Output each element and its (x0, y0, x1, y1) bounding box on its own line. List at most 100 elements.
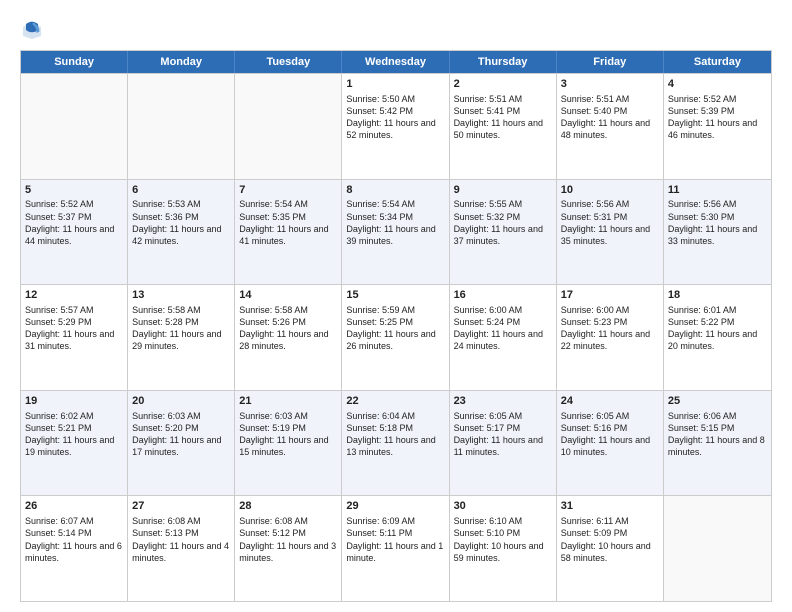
sunset-text: Sunset: 5:10 PM (454, 528, 521, 538)
calendar-row-0: 1Sunrise: 5:50 AMSunset: 5:42 PMDaylight… (21, 73, 771, 179)
sunset-text: Sunset: 5:18 PM (346, 423, 413, 433)
calendar-cell-4: 4Sunrise: 5:52 AMSunset: 5:39 PMDaylight… (664, 74, 771, 179)
daylight-text: Daylight: 11 hours and 11 minutes. (454, 435, 543, 457)
daylight-text: Daylight: 11 hours and 19 minutes. (25, 435, 114, 457)
sunrise-text: Sunrise: 5:56 AM (561, 199, 630, 209)
page: SundayMondayTuesdayWednesdayThursdayFrid… (0, 0, 792, 612)
sunrise-text: Sunrise: 5:53 AM (132, 199, 201, 209)
day-number: 23 (454, 394, 552, 409)
day-number: 22 (346, 394, 444, 409)
calendar-cell-7: 7Sunrise: 5:54 AMSunset: 5:35 PMDaylight… (235, 180, 342, 285)
sunset-text: Sunset: 5:30 PM (668, 212, 735, 222)
sunrise-text: Sunrise: 5:51 AM (454, 94, 523, 104)
daylight-text: Daylight: 11 hours and 41 minutes. (239, 224, 328, 246)
day-number: 18 (668, 288, 767, 303)
sunset-text: Sunset: 5:40 PM (561, 106, 628, 116)
sunrise-text: Sunrise: 6:00 AM (454, 305, 523, 315)
sunset-text: Sunset: 5:22 PM (668, 317, 735, 327)
daylight-text: Daylight: 11 hours and 52 minutes. (346, 118, 435, 140)
sunset-text: Sunset: 5:17 PM (454, 423, 521, 433)
daylight-text: Daylight: 11 hours and 26 minutes. (346, 329, 435, 351)
weekday-header-saturday: Saturday (664, 51, 771, 73)
day-number: 7 (239, 183, 337, 198)
day-number: 9 (454, 183, 552, 198)
day-number: 10 (561, 183, 659, 198)
day-number: 30 (454, 499, 552, 514)
daylight-text: Daylight: 11 hours and 39 minutes. (346, 224, 435, 246)
daylight-text: Daylight: 11 hours and 22 minutes. (561, 329, 650, 351)
day-number: 8 (346, 183, 444, 198)
day-number: 31 (561, 499, 659, 514)
day-number: 21 (239, 394, 337, 409)
daylight-text: Daylight: 11 hours and 37 minutes. (454, 224, 543, 246)
day-number: 12 (25, 288, 123, 303)
sunset-text: Sunset: 5:23 PM (561, 317, 628, 327)
calendar-cell-11: 11Sunrise: 5:56 AMSunset: 5:30 PMDayligh… (664, 180, 771, 285)
sunrise-text: Sunrise: 6:06 AM (668, 411, 737, 421)
calendar-row-1: 5Sunrise: 5:52 AM Sunset: 5:37 PM Daylight… (21, 179, 771, 285)
logo-icon (20, 18, 44, 42)
sunrise-text: Sunrise: 5:50 AM (346, 94, 415, 104)
day-number: 3 (561, 77, 659, 92)
calendar-row-3: 19Sunrise: 6:02 AMSunset: 5:21 PMDayligh… (21, 390, 771, 496)
sunrise-text: Sunrise: 6:05 AM (561, 411, 630, 421)
daylight-text: Daylight: 11 hours and 1 minute. (346, 541, 443, 563)
calendar-cell-6: 6Sunrise: 5:53 AMSunset: 5:36 PMDaylight… (128, 180, 235, 285)
sunrise-text: Sunrise: 6:03 AM (132, 411, 201, 421)
daylight-text: Daylight: 11 hours and 24 minutes. (454, 329, 543, 351)
daylight-text: Daylight: 11 hours and 20 minutes. (668, 329, 757, 351)
sunrise-text: Sunrise: 6:07 AM (25, 516, 94, 526)
sunset-text: Sunset: 5:37 PM (25, 212, 92, 222)
daylight-text: Daylight: 11 hours and 44 minutes. (25, 224, 114, 246)
sunset-text: Sunset: 5:11 PM (346, 528, 412, 538)
weekday-header-wednesday: Wednesday (342, 51, 449, 73)
calendar-cell-16: 16Sunrise: 6:00 AMSunset: 5:24 PMDayligh… (450, 285, 557, 390)
calendar-cell-9: 9Sunrise: 5:55 AMSunset: 5:32 PMDaylight… (450, 180, 557, 285)
sunset-text: Sunset: 5:19 PM (239, 423, 306, 433)
day-number: 16 (454, 288, 552, 303)
calendar-cell-21: 21Sunrise: 6:03 AMSunset: 5:19 PMDayligh… (235, 391, 342, 496)
sunrise-text: Sunrise: 5:59 AM (346, 305, 415, 315)
sunset-text: Sunset: 5:25 PM (346, 317, 413, 327)
calendar-row-4: 26Sunrise: 6:07 AMSunset: 5:14 PMDayligh… (21, 495, 771, 601)
sunrise-text: Sunrise: 6:01 AM (668, 305, 737, 315)
sunset-text: Sunset: 5:42 PM (346, 106, 413, 116)
sunrise-text: Sunrise: 5:51 AM (561, 94, 630, 104)
calendar-cell-31: 31Sunrise: 6:11 AMSunset: 5:09 PMDayligh… (557, 496, 664, 601)
sunrise-text: Sunrise: 6:04 AM (346, 411, 415, 421)
calendar-cell-5: 5Sunrise: 5:52 AM Sunset: 5:37 PM Daylight… (21, 180, 128, 285)
calendar-cell-29: 29Sunrise: 6:09 AMSunset: 5:11 PMDayligh… (342, 496, 449, 601)
daylight-text: Daylight: 11 hours and 31 minutes. (25, 329, 114, 351)
sunset-text: Sunset: 5:34 PM (346, 212, 413, 222)
calendar-cell-30: 30Sunrise: 6:10 AMSunset: 5:10 PMDayligh… (450, 496, 557, 601)
weekday-header-friday: Friday (557, 51, 664, 73)
calendar-cell-8: 8Sunrise: 5:54 AMSunset: 5:34 PMDaylight… (342, 180, 449, 285)
sunrise-text: Sunrise: 6:05 AM (454, 411, 523, 421)
sunrise-text: Sunrise: 5:52 AM (25, 199, 94, 209)
day-number: 15 (346, 288, 444, 303)
sunset-text: Sunset: 5:35 PM (239, 212, 306, 222)
calendar-cell-23: 23 Sunrise: 6:05 AM Sunset: 5:17 PM Dayligh… (450, 391, 557, 496)
weekday-header-thursday: Thursday (450, 51, 557, 73)
calendar-cell-28: 28Sunrise: 6:08 AMSunset: 5:12 PMDayligh… (235, 496, 342, 601)
day-number: 13 (132, 288, 230, 303)
day-number: 5 (25, 183, 123, 198)
sunrise-text: Sunrise: 5:58 AM (132, 305, 201, 315)
weekday-header-tuesday: Tuesday (235, 51, 342, 73)
daylight-text: Daylight: 11 hours and 33 minutes. (668, 224, 757, 246)
calendar-cell-14: 14Sunrise: 5:58 AMSunset: 5:26 PMDayligh… (235, 285, 342, 390)
day-number: 14 (239, 288, 337, 303)
sunrise-text: Sunrise: 6:03 AM (239, 411, 308, 421)
sunrise-text: Sunrise: 6:08 AM (239, 516, 308, 526)
logo (20, 18, 48, 42)
calendar-cell-1: 1Sunrise: 5:50 AMSunset: 5:42 PMDaylight… (342, 74, 449, 179)
day-number: 28 (239, 499, 337, 514)
calendar-cell-empty-0-1 (128, 74, 235, 179)
sunrise-text: Sunrise: 6:02 AM (25, 411, 94, 421)
sunset-text: Sunset: 5:32 PM (454, 212, 521, 222)
sunrise-text: Sunrise: 5:56 AM (668, 199, 737, 209)
calendar-cell-empty-0-0 (21, 74, 128, 179)
sunset-text: Sunset: 5:20 PM (132, 423, 199, 433)
daylight-text: Daylight: 11 hours and 8 minutes. (668, 435, 765, 457)
calendar-cell-26: 26Sunrise: 6:07 AMSunset: 5:14 PMDayligh… (21, 496, 128, 601)
